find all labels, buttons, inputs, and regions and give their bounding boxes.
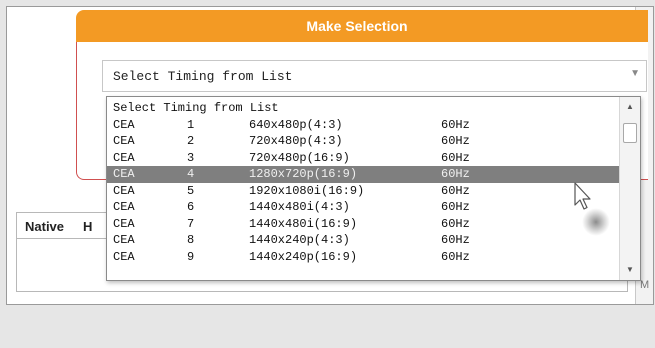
chevron-down-icon: ▼ — [630, 68, 640, 79]
dropdown-option-placeholder[interactable]: Select Timing from List — [107, 100, 619, 117]
dropdown-option[interactable]: CEA 9 1440x240p(16:9) 60Hz — [107, 249, 619, 266]
dropdown-option[interactable]: CEA 8 1440x240p(4:3) 60Hz — [107, 232, 619, 249]
dropdown-option[interactable]: CEA 2 720x480p(4:3) 60Hz — [107, 133, 619, 150]
column-header-native: Native — [25, 219, 65, 234]
dropdown-scrollbar[interactable]: ▲ ▼ — [619, 97, 640, 280]
header-title: Make Selection — [306, 18, 408, 34]
scroll-down-icon[interactable]: ▼ — [620, 262, 640, 278]
column-header-h: H — [83, 219, 93, 234]
make-selection-header: Make Selection — [76, 10, 648, 42]
dropdown-option[interactable]: CEA 3 720x480p(16:9) 60Hz — [107, 150, 619, 167]
side-panel-letter: M — [640, 279, 650, 291]
dropdown-option-highlighted[interactable]: CEA 4 1280x720p(16:9) 60Hz — [107, 166, 619, 183]
dropdown-option[interactable]: CEA 1 640x480p(4:3) 60Hz — [107, 117, 619, 134]
scroll-up-icon[interactable]: ▲ — [620, 99, 640, 115]
dropdown-option[interactable]: CEA 7 1440x480i(16:9) 60Hz — [107, 216, 619, 233]
scrollbar-thumb[interactable] — [623, 123, 637, 143]
timing-options: Select Timing from List CEA 1 640x480p(4… — [107, 100, 619, 265]
timing-select[interactable]: Select Timing from List ▼ — [102, 60, 647, 92]
dropdown-option[interactable]: CEA 6 1440x480i(4:3) 60Hz — [107, 199, 619, 216]
cursor-shadow — [582, 208, 610, 236]
dropdown-option[interactable]: CEA 5 1920x1080i(16:9) 60Hz — [107, 183, 619, 200]
mouse-pointer-icon — [574, 182, 591, 210]
timing-select-value: Select Timing from List — [113, 69, 293, 84]
timing-dropdown-list[interactable]: Select Timing from List CEA 1 640x480p(4… — [106, 96, 641, 281]
